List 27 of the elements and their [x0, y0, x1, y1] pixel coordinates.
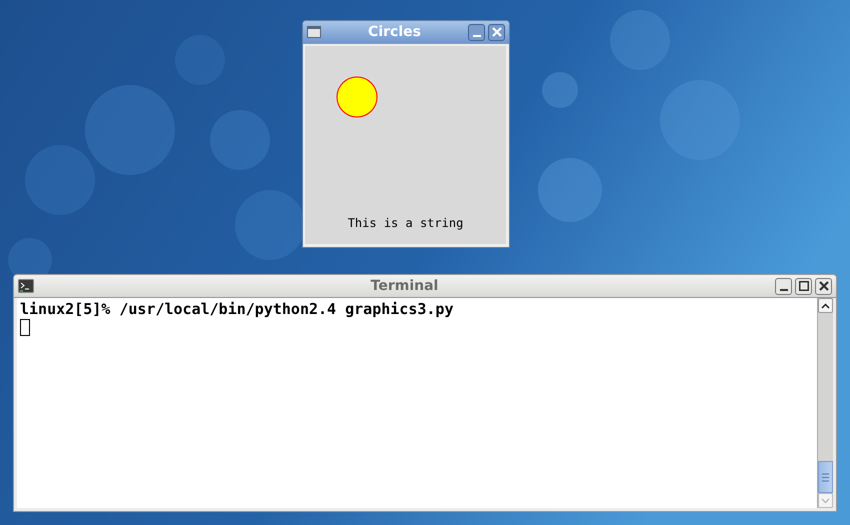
minimize-button[interactable]	[775, 278, 792, 294]
chevron-down-icon	[821, 498, 830, 504]
close-icon	[492, 27, 502, 37]
scroll-up-button[interactable]	[818, 298, 833, 313]
circle	[336, 76, 378, 118]
grip-icon	[822, 472, 829, 482]
window-title: Circles	[367, 24, 422, 40]
title-bar[interactable]: Circles	[303, 21, 509, 44]
text-cursor	[20, 319, 30, 336]
terminal-area[interactable]: linux2[5]% /usr/local/bin/python2.4 graphics3.py	[17, 298, 817, 508]
close-icon	[818, 281, 828, 291]
title-bar[interactable]: Terminal	[14, 275, 836, 298]
maximize-button[interactable]	[795, 278, 812, 294]
terminal-icon[interactable]	[18, 279, 34, 293]
minimize-icon	[780, 288, 788, 290]
minimize-button[interactable]	[468, 24, 485, 40]
minimize-icon	[472, 34, 480, 36]
close-button[interactable]	[815, 278, 832, 294]
chevron-up-icon	[821, 302, 830, 308]
terminal-line: linux2[5]% /usr/local/bin/python2.4 graphics3.py	[20, 300, 454, 318]
scrollbar[interactable]	[817, 298, 833, 508]
window-icon[interactable]	[307, 26, 321, 38]
window-title: Terminal	[370, 278, 440, 294]
maximize-icon	[798, 281, 808, 291]
canvas-text: This is a string	[346, 216, 464, 230]
close-button[interactable]	[488, 24, 505, 40]
scrollbar-thumb[interactable]	[818, 461, 833, 493]
